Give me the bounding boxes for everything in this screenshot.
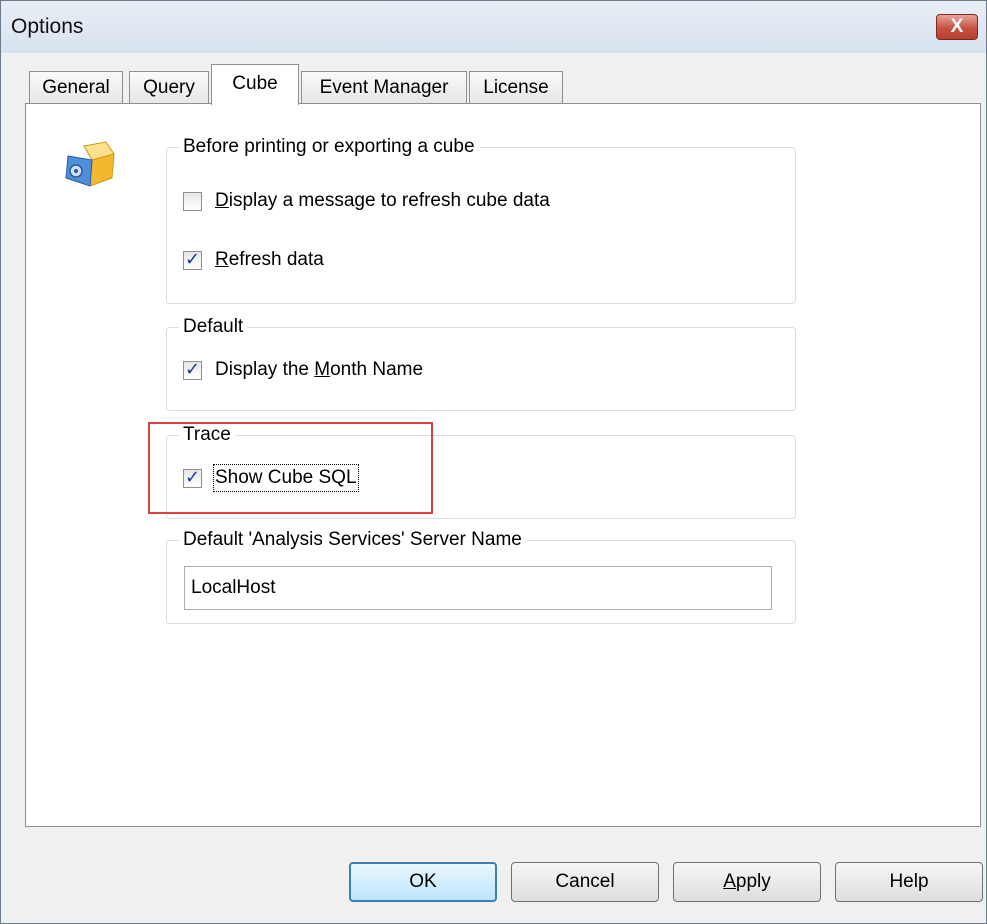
ok-button[interactable]: OK xyxy=(349,862,497,902)
group-legend: Trace xyxy=(179,423,235,447)
tab-event-manager[interactable]: Event Manager xyxy=(301,71,467,104)
group-server-name: Default 'Analysis Services' Server Name … xyxy=(166,528,796,624)
display-message-checkbox[interactable] xyxy=(183,192,202,211)
mnemonic: R xyxy=(215,249,229,270)
group-before-printing: Before printing or exporting a cube Disp… xyxy=(166,135,796,304)
tab-general[interactable]: General xyxy=(29,71,123,104)
tab-label: Query xyxy=(143,77,195,98)
show-cube-sql-label[interactable]: Show Cube SQL xyxy=(213,464,359,492)
label-rest: efresh data xyxy=(228,249,324,270)
mnemonic: A xyxy=(723,871,736,892)
group-default: Default Display the Month Name xyxy=(166,315,796,411)
legend-rest: nalysis Services' Server Name xyxy=(264,529,522,550)
mnemonic: M xyxy=(314,359,331,380)
label-rest: onth Name xyxy=(330,359,424,380)
cube-tab-panel: Before printing or exporting a cube Disp… xyxy=(25,103,981,827)
tab-label: Cube xyxy=(232,73,278,94)
group-legend: Before printing or exporting a cube xyxy=(179,135,479,159)
cancel-button[interactable]: Cancel xyxy=(511,862,659,902)
label-rest: pply xyxy=(735,871,771,892)
tab-cube[interactable]: Cube xyxy=(211,64,299,105)
show-cube-sql-checkbox[interactable] xyxy=(183,467,202,488)
tab-query[interactable]: Query xyxy=(129,71,209,104)
tab-label: License xyxy=(483,77,549,98)
month-name-label[interactable]: Display the Month Name xyxy=(215,358,423,382)
options-dialog: Options X General Query Cube Event Manag… xyxy=(0,0,987,924)
month-name-checkbox[interactable] xyxy=(183,359,202,380)
cube-icon xyxy=(65,141,115,187)
tab-license[interactable]: License xyxy=(469,71,563,104)
group-trace: Trace Show Cube SQL xyxy=(166,423,796,519)
mnemonic: D xyxy=(215,190,229,211)
close-button[interactable]: X xyxy=(936,14,978,40)
group-legend: Default xyxy=(179,315,248,339)
close-icon: X xyxy=(950,16,964,37)
apply-button[interactable]: Apply xyxy=(673,862,821,902)
mnemonic: A xyxy=(252,529,265,550)
tab-label: General xyxy=(42,77,110,98)
display-message-label[interactable]: Display a message to refresh cube data xyxy=(215,189,550,213)
refresh-data-label[interactable]: Refresh data xyxy=(215,248,324,272)
label-pre: Display the xyxy=(215,359,315,380)
title-bar[interactable]: Options X xyxy=(1,1,986,53)
refresh-data-checkbox[interactable] xyxy=(183,249,202,270)
help-button[interactable]: Help xyxy=(835,862,983,902)
window-title: Options xyxy=(11,15,84,38)
legend-pre: Default ' xyxy=(183,529,253,550)
server-name-input[interactable]: LocalHost xyxy=(184,566,772,610)
group-legend: Default 'Analysis Services' Server Name xyxy=(179,528,526,552)
tab-label: Event Manager xyxy=(319,77,449,98)
label-rest: isplay a message to refresh cube data xyxy=(228,190,550,211)
